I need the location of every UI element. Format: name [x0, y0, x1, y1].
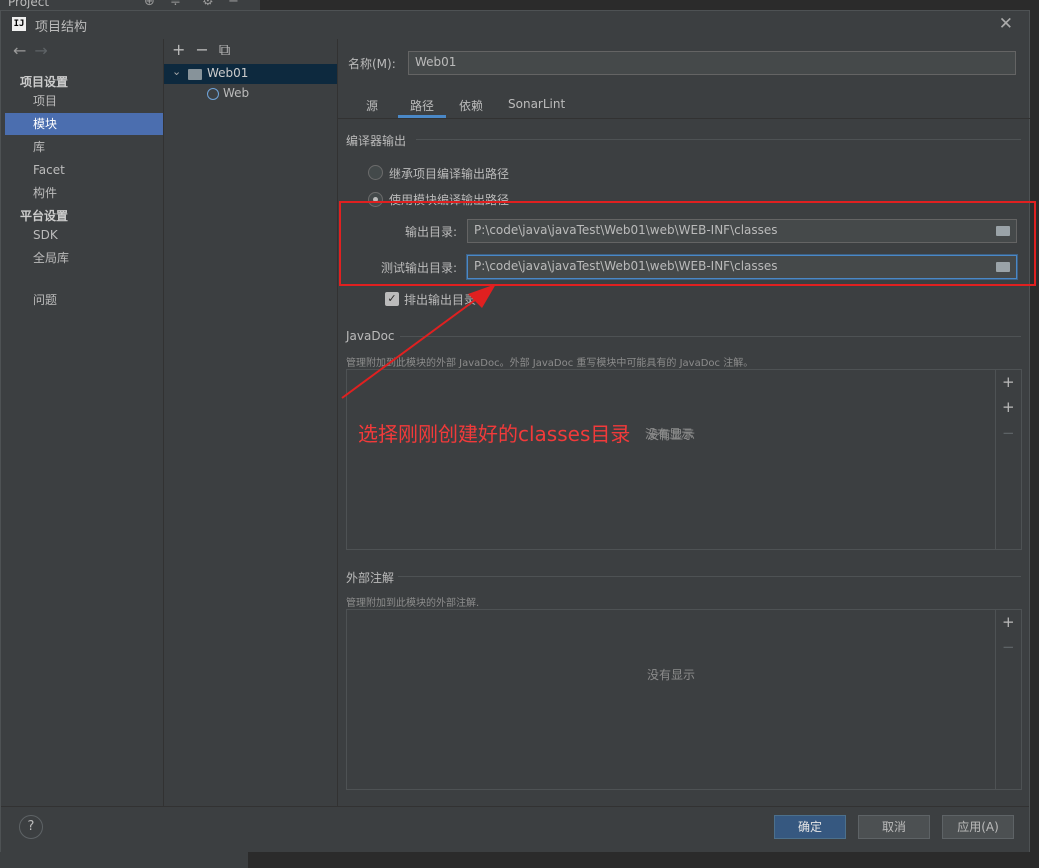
- back-arrow-icon[interactable]: ←: [13, 41, 26, 60]
- ide-right-background: [1030, 0, 1039, 868]
- inherit-output-label: 继承项目编译输出路径: [389, 167, 510, 181]
- chevron-down-icon[interactable]: ⌄: [172, 65, 181, 78]
- nav-item-project[interactable]: 项目: [5, 90, 163, 112]
- web-facet-icon: [207, 87, 219, 100]
- section-divider: [398, 576, 1021, 577]
- javadoc-list[interactable]: 没有显示 + + −: [346, 369, 1022, 550]
- collapse-icon: ≑: [170, 0, 181, 9]
- nav-group-project-settings: 项目设置: [20, 75, 69, 89]
- settings-nav: ← → 项目设置 项目 模块 库 Facet 构件 平台设置 SDK 全局库 问题: [5, 39, 163, 806]
- dialog-footer: ? 确定 取消 应用(A): [1, 806, 1029, 852]
- add-url-icon[interactable]: +: [1002, 373, 1015, 391]
- target-icon: ⊕: [144, 0, 155, 9]
- tab-dependencies[interactable]: 依赖: [459, 97, 483, 114]
- help-button[interactable]: ?: [19, 815, 43, 839]
- javadoc-empty-text-overlay: 没有显示: [645, 427, 694, 441]
- remove-icon[interactable]: −: [1002, 424, 1015, 442]
- nav-item-modules[interactable]: 模块: [5, 113, 163, 135]
- close-icon[interactable]: ✕: [999, 14, 1013, 34]
- tree-item-web[interactable]: Web: [207, 86, 249, 100]
- copy-icon[interactable]: ⧉: [219, 40, 230, 59]
- ok-button[interactable]: 确定: [774, 815, 846, 839]
- nav-item-global-libraries[interactable]: 全局库: [5, 247, 163, 269]
- dialog-title: 项目结构: [35, 20, 88, 35]
- nav-item-problems[interactable]: 问题: [5, 289, 163, 311]
- remove-icon[interactable]: −: [195, 40, 208, 59]
- nav-item-artifacts[interactable]: 构件: [5, 182, 163, 204]
- external-annotations-title: 外部注解: [346, 571, 395, 585]
- nav-group-platform-settings: 平台设置: [20, 209, 69, 223]
- javadoc-toolbar: + + −: [995, 370, 1021, 549]
- tree-item-label: Web01: [207, 66, 249, 80]
- add-icon[interactable]: +: [1002, 613, 1015, 631]
- section-divider: [416, 139, 1021, 140]
- gear-icon: ⚙: [202, 0, 214, 9]
- javadoc-title: JavaDoc: [346, 329, 395, 343]
- tab-paths[interactable]: 路径: [410, 97, 434, 114]
- nav-item-sdk[interactable]: SDK: [5, 224, 163, 246]
- compiler-output-title: 编译器输出: [346, 134, 407, 148]
- remove-icon[interactable]: −: [1002, 638, 1015, 656]
- module-tree-panel: + − ⧉ ⌄ Web01 Web: [163, 39, 338, 806]
- tree-toolbar: + − ⧉: [172, 40, 240, 60]
- cancel-button[interactable]: 取消: [858, 815, 930, 839]
- project-label: Project: [8, 0, 50, 9]
- ide-toolbar-background: Project ⊕ ≑ ⚙ −: [0, 0, 260, 10]
- apply-button[interactable]: 应用(A): [942, 815, 1014, 839]
- tab-sources[interactable]: 源: [366, 97, 378, 114]
- javadoc-description: 管理附加到此模块的外部 JavaDoc。外部 JavaDoc 重写模块中可能具有…: [346, 358, 754, 369]
- name-label: 名称(M):: [348, 57, 396, 71]
- exclude-output-label: 排出输出目录: [404, 293, 477, 307]
- module-name-input[interactable]: Web01: [408, 51, 1016, 75]
- module-folder-icon: [188, 69, 202, 80]
- tree-item-web01[interactable]: ⌄ Web01: [164, 64, 337, 84]
- annotation-text: 选择刚刚创建好的classes目录: [358, 422, 631, 446]
- add-icon[interactable]: +: [172, 40, 185, 59]
- nav-item-libraries[interactable]: 库: [5, 136, 163, 158]
- section-divider: [400, 336, 1021, 337]
- module-tabs: 源 路径 依赖 SonarLint: [338, 91, 1031, 119]
- annotation-highlight-box: [339, 201, 1036, 286]
- dialog-titlebar: IJ 项目结构 ✕: [1, 11, 1029, 39]
- active-tab-indicator: [398, 115, 446, 118]
- exclude-output-checkbox[interactable]: ✓: [385, 292, 399, 306]
- minimize-icon: −: [228, 0, 239, 9]
- tab-sonarlint[interactable]: SonarLint: [508, 97, 565, 111]
- external-annotations-empty-text: 没有显示: [647, 668, 696, 682]
- intellij-icon: IJ: [12, 17, 26, 31]
- add-icon[interactable]: +: [1002, 398, 1015, 416]
- ide-bottom-left-background: [0, 852, 248, 868]
- nav-arrows: ← →: [13, 41, 48, 60]
- forward-arrow-icon[interactable]: →: [34, 41, 47, 60]
- inherit-output-radio[interactable]: [368, 165, 383, 180]
- external-annotations-description: 管理附加到此模块的外部注解.: [346, 598, 480, 609]
- external-annotations-list[interactable]: 没有显示 + −: [346, 609, 1022, 790]
- external-annotations-toolbar: + −: [995, 610, 1021, 789]
- tree-item-label: Web: [223, 86, 250, 100]
- nav-item-facets[interactable]: Facet: [5, 159, 163, 181]
